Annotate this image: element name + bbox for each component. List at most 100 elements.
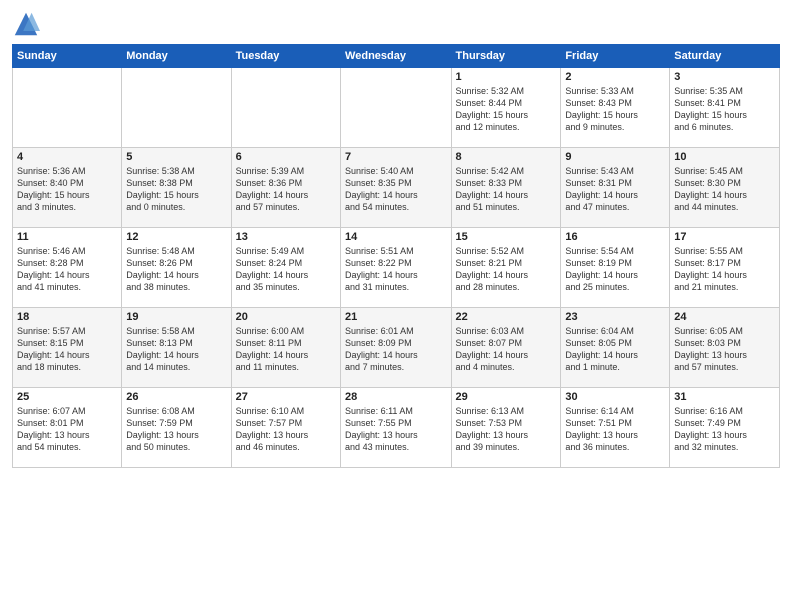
day-number: 29	[456, 391, 557, 403]
day-info: Sunrise: 5:51 AM Sunset: 8:22 PM Dayligh…	[345, 245, 446, 294]
day-info: Sunrise: 5:35 AM Sunset: 8:41 PM Dayligh…	[674, 85, 775, 134]
calendar-cell: 5 Sunrise: 5:38 AM Sunset: 8:38 PM Daylig…	[122, 148, 231, 228]
header	[12, 10, 780, 38]
day-number: 18	[17, 311, 117, 323]
day-number: 4	[17, 151, 117, 163]
day-info: Sunrise: 5:33 AM Sunset: 8:43 PM Dayligh…	[565, 85, 665, 134]
week-row-1: 1 Sunrise: 5:32 AM Sunset: 8:44 PM Daylig…	[13, 68, 780, 148]
week-row-4: 18 Sunrise: 5:57 AM Sunset: 8:15 PM Dayli…	[13, 308, 780, 388]
calendar-cell: 9 Sunrise: 5:43 AM Sunset: 8:31 PM Daylig…	[561, 148, 670, 228]
calendar-cell: 31 Sunrise: 6:16 AM Sunset: 7:49 PM Dayli…	[670, 388, 780, 468]
day-info: Sunrise: 6:14 AM Sunset: 7:51 PM Dayligh…	[565, 405, 665, 454]
weekday-header-sunday: Sunday	[13, 45, 122, 68]
day-number: 14	[345, 231, 446, 243]
day-info: Sunrise: 5:52 AM Sunset: 8:21 PM Dayligh…	[456, 245, 557, 294]
day-number: 15	[456, 231, 557, 243]
week-row-2: 4 Sunrise: 5:36 AM Sunset: 8:40 PM Daylig…	[13, 148, 780, 228]
day-info: Sunrise: 6:16 AM Sunset: 7:49 PM Dayligh…	[674, 405, 775, 454]
day-number: 13	[236, 231, 336, 243]
calendar-cell	[13, 68, 122, 148]
calendar-cell: 24 Sunrise: 6:05 AM Sunset: 8:03 PM Dayli…	[670, 308, 780, 388]
calendar-cell: 15 Sunrise: 5:52 AM Sunset: 8:21 PM Dayli…	[451, 228, 561, 308]
calendar-cell: 4 Sunrise: 5:36 AM Sunset: 8:40 PM Daylig…	[13, 148, 122, 228]
day-number: 24	[674, 311, 775, 323]
day-info: Sunrise: 5:39 AM Sunset: 8:36 PM Dayligh…	[236, 165, 336, 214]
day-info: Sunrise: 6:11 AM Sunset: 7:55 PM Dayligh…	[345, 405, 446, 454]
day-info: Sunrise: 5:43 AM Sunset: 8:31 PM Dayligh…	[565, 165, 665, 214]
calendar-cell: 13 Sunrise: 5:49 AM Sunset: 8:24 PM Dayli…	[231, 228, 340, 308]
day-info: Sunrise: 6:10 AM Sunset: 7:57 PM Dayligh…	[236, 405, 336, 454]
calendar-cell: 7 Sunrise: 5:40 AM Sunset: 8:35 PM Daylig…	[341, 148, 451, 228]
calendar-cell: 19Sunrise: 5:58 AM Sunset: 8:13 PM Dayli…	[122, 308, 231, 388]
day-info: Sunrise: 5:57 AM Sunset: 8:15 PM Dayligh…	[17, 325, 117, 374]
day-number: 20	[236, 311, 336, 323]
calendar-cell: 23 Sunrise: 6:04 AM Sunset: 8:05 PM Dayli…	[561, 308, 670, 388]
day-info: Sunrise: 6:08 AM Sunset: 7:59 PM Dayligh…	[126, 405, 226, 454]
calendar-cell: 28 Sunrise: 6:11 AM Sunset: 7:55 PM Dayli…	[341, 388, 451, 468]
calendar-body: 1 Sunrise: 5:32 AM Sunset: 8:44 PM Daylig…	[13, 68, 780, 468]
day-number: 9	[565, 151, 665, 163]
weekday-header-wednesday: Wednesday	[341, 45, 451, 68]
day-number: 7	[345, 151, 446, 163]
calendar-cell: 20 Sunrise: 6:00 AM Sunset: 8:11 PM Dayli…	[231, 308, 340, 388]
calendar-cell: 12 Sunrise: 5:48 AM Sunset: 8:26 PM Dayli…	[122, 228, 231, 308]
day-number: 17	[674, 231, 775, 243]
day-info: Sunrise: 5:54 AM Sunset: 8:19 PM Dayligh…	[565, 245, 665, 294]
day-info: Sunrise: 6:01 AM Sunset: 8:09 PM Dayligh…	[345, 325, 446, 374]
day-info: Sunrise: 5:48 AM Sunset: 8:26 PM Dayligh…	[126, 245, 226, 294]
weekday-header-monday: Monday	[122, 45, 231, 68]
week-row-5: 25Sunrise: 6:07 AM Sunset: 8:01 PM Dayli…	[13, 388, 780, 468]
calendar-cell: 29 Sunrise: 6:13 AM Sunset: 7:53 PM Dayli…	[451, 388, 561, 468]
day-number: 22	[456, 311, 557, 323]
day-number: 26	[126, 391, 226, 403]
day-info: Sunrise: 5:38 AM Sunset: 8:38 PM Dayligh…	[126, 165, 226, 214]
day-number: 30	[565, 391, 665, 403]
day-info: Sunrise: 6:05 AM Sunset: 8:03 PM Dayligh…	[674, 325, 775, 374]
day-number: 27	[236, 391, 336, 403]
weekday-header-friday: Friday	[561, 45, 670, 68]
calendar-cell: 25Sunrise: 6:07 AM Sunset: 8:01 PM Dayli…	[13, 388, 122, 468]
day-number: 2	[565, 71, 665, 83]
day-number: 11	[17, 231, 117, 243]
day-info: Sunrise: 6:03 AM Sunset: 8:07 PM Dayligh…	[456, 325, 557, 374]
calendar: SundayMondayTuesdayWednesdayThursdayFrid…	[12, 44, 780, 468]
weekday-header-thursday: Thursday	[451, 45, 561, 68]
day-number: 12	[126, 231, 226, 243]
calendar-header: SundayMondayTuesdayWednesdayThursdayFrid…	[13, 45, 780, 68]
day-info: Sunrise: 5:32 AM Sunset: 8:44 PM Dayligh…	[456, 85, 557, 134]
day-number: 1	[456, 71, 557, 83]
day-info: Sunrise: 5:49 AM Sunset: 8:24 PM Dayligh…	[236, 245, 336, 294]
day-number: 21	[345, 311, 446, 323]
calendar-cell: 22 Sunrise: 6:03 AM Sunset: 8:07 PM Dayli…	[451, 308, 561, 388]
day-info: Sunrise: 5:46 AM Sunset: 8:28 PM Dayligh…	[17, 245, 117, 294]
day-info: Sunrise: 5:40 AM Sunset: 8:35 PM Dayligh…	[345, 165, 446, 214]
day-info: Sunrise: 6:13 AM Sunset: 7:53 PM Dayligh…	[456, 405, 557, 454]
day-info: Sunrise: 5:36 AM Sunset: 8:40 PM Dayligh…	[17, 165, 117, 214]
day-info: Sunrise: 6:00 AM Sunset: 8:11 PM Dayligh…	[236, 325, 336, 374]
week-row-3: 11 Sunrise: 5:46 AM Sunset: 8:28 PM Dayli…	[13, 228, 780, 308]
day-number: 19	[126, 311, 226, 323]
calendar-cell: 17 Sunrise: 5:55 AM Sunset: 8:17 PM Dayli…	[670, 228, 780, 308]
day-info: Sunrise: 5:55 AM Sunset: 8:17 PM Dayligh…	[674, 245, 775, 294]
day-number: 23	[565, 311, 665, 323]
weekday-header-row: SundayMondayTuesdayWednesdayThursdayFrid…	[13, 45, 780, 68]
calendar-cell: 11 Sunrise: 5:46 AM Sunset: 8:28 PM Dayli…	[13, 228, 122, 308]
day-info: Sunrise: 6:04 AM Sunset: 8:05 PM Dayligh…	[565, 325, 665, 374]
calendar-cell: 26 Sunrise: 6:08 AM Sunset: 7:59 PM Dayli…	[122, 388, 231, 468]
page: SundayMondayTuesdayWednesdayThursdayFrid…	[0, 0, 792, 612]
calendar-cell: 16 Sunrise: 5:54 AM Sunset: 8:19 PM Dayli…	[561, 228, 670, 308]
day-number: 31	[674, 391, 775, 403]
day-number: 5	[126, 151, 226, 163]
day-info: Sunrise: 6:07 AM Sunset: 8:01 PM Dayligh…	[17, 405, 117, 454]
logo-icon	[12, 10, 40, 38]
calendar-cell: 6Sunrise: 5:39 AM Sunset: 8:36 PM Daylig…	[231, 148, 340, 228]
weekday-header-saturday: Saturday	[670, 45, 780, 68]
day-number: 28	[345, 391, 446, 403]
calendar-cell: 14 Sunrise: 5:51 AM Sunset: 8:22 PM Dayli…	[341, 228, 451, 308]
day-info: Sunrise: 5:45 AM Sunset: 8:30 PM Dayligh…	[674, 165, 775, 214]
day-number: 16	[565, 231, 665, 243]
calendar-cell: 10Sunrise: 5:45 AM Sunset: 8:30 PM Dayli…	[670, 148, 780, 228]
calendar-cell: 18 Sunrise: 5:57 AM Sunset: 8:15 PM Dayli…	[13, 308, 122, 388]
calendar-cell: 1 Sunrise: 5:32 AM Sunset: 8:44 PM Daylig…	[451, 68, 561, 148]
day-info: Sunrise: 5:42 AM Sunset: 8:33 PM Dayligh…	[456, 165, 557, 214]
